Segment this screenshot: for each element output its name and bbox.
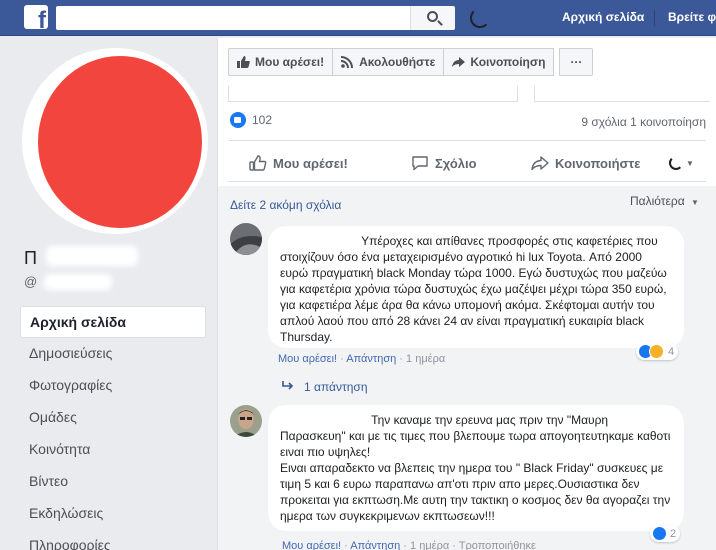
comment-reactions[interactable]: 2 [650,525,681,542]
page-actions-bar: Μου αρέσει! Ακολουθήστε Κοινοποίηση ··· [228,48,594,78]
like-reaction-icon [230,112,246,128]
facebook-logo-icon[interactable]: f [24,5,48,29]
redaction-mark [272,410,358,422]
loading-spinner-icon [669,156,683,170]
divider [229,140,706,141]
comment-text: Την καναμε την ερευνα μας πριν την "Μαυρ… [280,413,671,523]
sidebar-item-community[interactable]: Κοινότητα [20,434,206,466]
audience-selector[interactable]: ▼ [669,148,699,178]
comment-like-link[interactable]: Μου αρέσει! [282,540,341,550]
redaction-mark [274,232,350,244]
card-edge [228,86,518,102]
comment-bubble: Την καναμε την ερευνα μας πριν την "Μαυρ… [268,405,684,531]
sidebar-item-events[interactable]: Εκδηλώσεις [20,498,206,530]
comment-bubble-icon [411,155,428,171]
view-replies-link[interactable]: 1 απάντηση [282,380,368,394]
likes-count: 102 [252,113,273,127]
like-reaction-icon [652,526,667,541]
search-input[interactable] [56,6,410,30]
comment-meta: Μου αρέσει! · Απάντηση · 1 ημέρα [278,353,446,365]
nav-divider [654,10,655,26]
comment-text: Υπέροχες και απίθανες προσφορές στις καφ… [280,234,667,344]
more-options-button[interactable]: ··· [559,48,594,76]
replies-count-label: 1 απάντηση [304,380,368,394]
post-share-label: Κοινοποιήστε [555,155,641,171]
sidebar-item-about[interactable]: Πληροφορίες [20,530,206,550]
sidebar-item-groups[interactable]: Ομάδες [20,402,206,434]
redaction-mark [44,274,112,290]
top-navigation-bar: f Αρχική σελίδα Βρείτε φίλους [0,0,716,36]
likes-summary[interactable]: 102 [230,112,272,128]
page-share-label: Κοινοποίηση [470,55,546,69]
nav-home-link[interactable]: Αρχική σελίδα [562,10,644,24]
haha-reaction-icon [649,344,664,359]
redaction-mark [46,246,138,266]
comment-label: Σχόλιο [435,155,477,171]
comment-edited-label[interactable]: Τροποποιήθηκε [459,540,536,550]
rss-icon [340,56,354,69]
comment-reaction-count: 4 [668,345,675,358]
sidebar-item-photos[interactable]: Φωτογραφίες [20,370,206,402]
post-stats[interactable]: 9 σχόλια 1 κοινοποίηση [581,115,706,129]
commenter-avatar[interactable] [230,405,262,437]
comment-sort-dropdown[interactable]: Παλιότερα ▼ [630,194,699,208]
sidebar-item-home[interactable]: Αρχική σελίδα [20,306,206,338]
profile-picture[interactable] [38,56,202,228]
comment-button[interactable]: Σχόλιο [411,148,529,178]
comment-reactions[interactable]: 4 [636,343,679,360]
comment-like-link[interactable]: Μου αρέσει! [278,353,337,365]
thumbs-up-icon [237,56,250,68]
thumbs-up-icon [249,155,267,171]
card-edge [534,86,710,102]
chevron-down-icon: ▼ [690,198,699,207]
nav-find-friends-link[interactable]: Βρείτε φίλους [668,10,716,24]
sidebar-item-posts[interactable]: Δημοσιεύσεις [20,338,206,370]
follow-label: Ακολουθήστε [359,55,436,69]
commenter-avatar[interactable] [230,223,262,255]
post-like-label: Μου αρέσει! [273,155,348,171]
loading-spinner-icon [470,8,490,28]
comment-reply-link[interactable]: Απάντηση [350,540,400,550]
more-dots-icon: ··· [570,55,583,69]
share-arrow-icon [531,155,549,171]
comment-time[interactable]: 1 ημέρα [410,540,449,550]
comment-reaction-count: 2 [670,527,677,540]
post-card-edges [228,86,710,102]
comment-reply-link[interactable]: Απάντηση [346,353,396,365]
page-like-button[interactable]: Μου αρέσει! [228,48,334,76]
sidebar-item-videos[interactable]: Βίντεο [20,466,206,498]
reply-arrow-icon [282,380,294,394]
comment-bubble: Υπέροχες και απίθανες προσφορές στις καφ… [268,226,684,348]
sidebar-nav: Αρχική σελίδα Δημοσιεύσεις Φωτογραφίες Ο… [20,306,206,550]
divider [229,181,706,182]
view-more-comments-link[interactable]: Δείτε 2 ακόμη σχόλια [230,198,341,212]
share-arrow-icon [452,56,466,68]
search-button[interactable] [410,6,455,30]
post-share-button[interactable]: Κοινοποιήστε [531,148,669,178]
page-share-button[interactable]: Κοινοποίηση [443,48,555,76]
logo-letter: f [38,7,46,30]
post-like-button[interactable]: Μου αρέσει! [249,148,399,178]
follow-button[interactable]: Ακολουθήστε [332,48,445,76]
comment-time[interactable]: 1 ημέρα [406,353,445,365]
sort-label: Παλιότερα [630,194,685,208]
post-reaction-bar: Μου αρέσει! Σχόλιο Κοινοποιήστε ▼ [229,148,711,178]
page-handle: @ [24,274,38,289]
comment-meta: Μου αρέσει! · Απάντηση · 1 ημέρα · Τροπο… [282,540,536,550]
page-like-label: Μου αρέσει! [255,55,325,69]
chevron-down-icon: ▼ [686,158,694,168]
search-icon [427,11,438,22]
page-title: Π [24,248,37,268]
